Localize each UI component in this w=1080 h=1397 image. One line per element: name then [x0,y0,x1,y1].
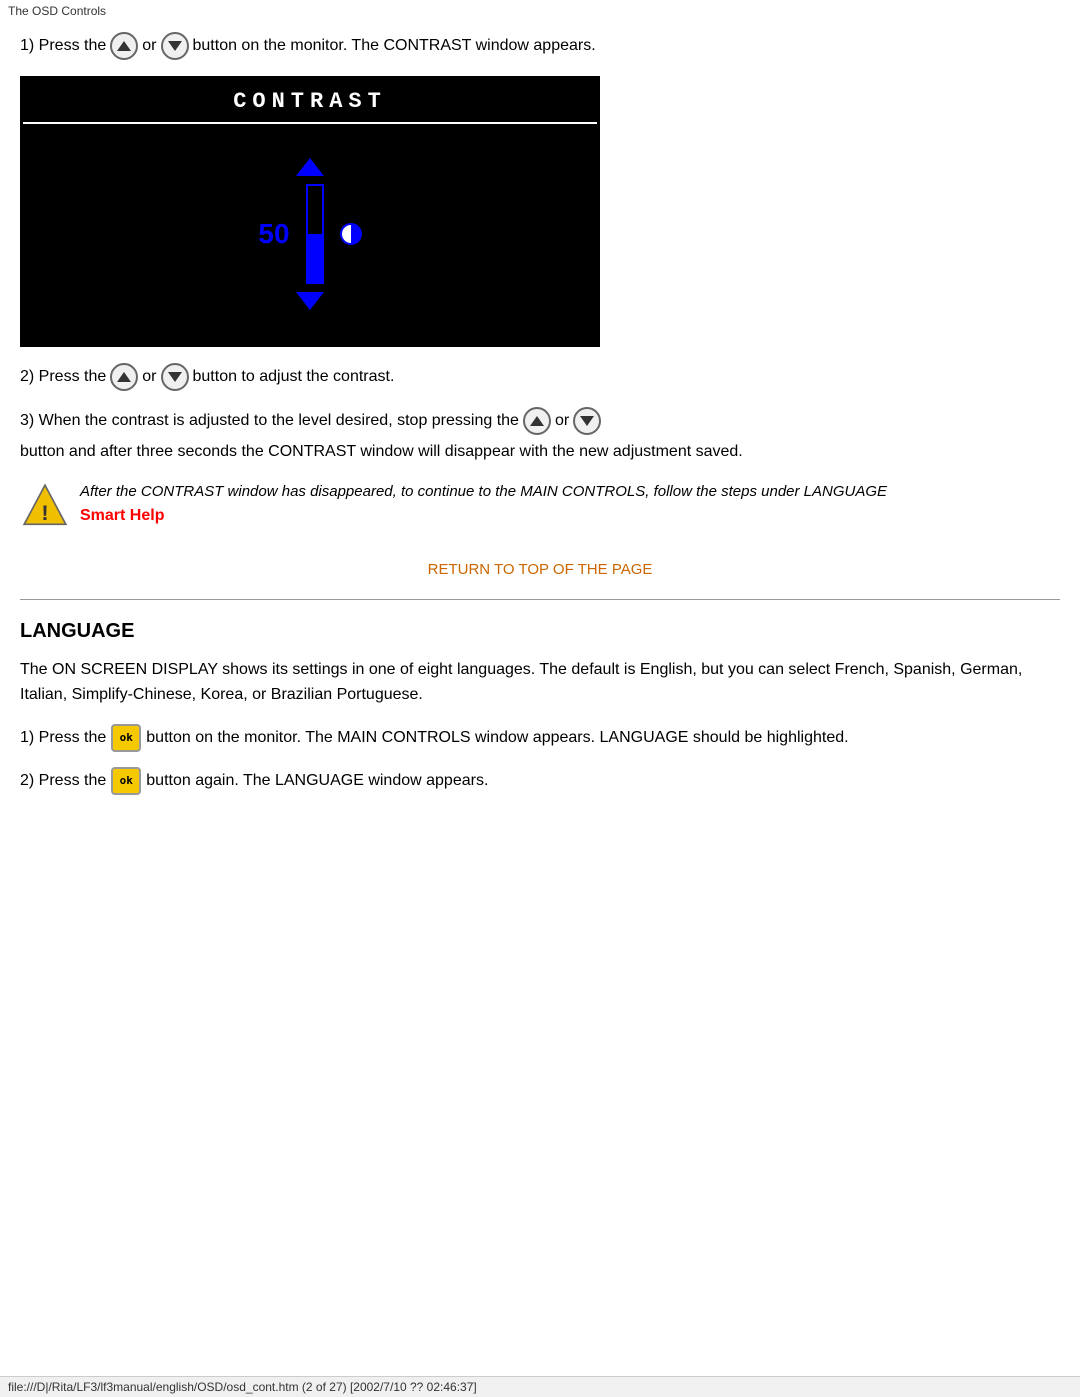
ok-button-1[interactable]: ok [111,724,141,752]
language-step-2: 2) Press the ok button again. The LANGUA… [20,767,1060,796]
step-2-text: 2) Press the or button to adjust the con… [20,363,1060,391]
section-divider [20,599,1060,600]
contrast-window: CONTRAST 50 [20,76,600,347]
step-1-prefix: 1) Press the [20,33,106,59]
step-3-suffix: button and after three seconds the CONTR… [20,439,743,465]
step-2-or: or [142,364,156,390]
lang-step-2-suffix: button again. The LANGUAGE window appear… [146,767,488,796]
smart-help-label[interactable]: Smart Help [80,507,887,525]
contrast-middle-row: 50 [258,184,361,284]
contrast-body: 50 [23,124,597,344]
up-button-2[interactable] [110,363,138,391]
status-bar-text: file:///D|/Rita/LF3/lf3manual/english/OS… [8,1380,477,1394]
step-1-suffix: button on the monitor. The CONTRAST wind… [193,33,596,59]
language-section: LANGUAGE The ON SCREEN DISPLAY shows its… [20,620,1060,796]
contrast-down-arrow [296,292,324,310]
lang-step-2-prefix: 2) Press the [20,767,106,796]
language-intro: The ON SCREEN DISPLAY shows its settings… [20,657,1060,708]
contrast-slider [306,184,324,284]
warning-text-block: After the CONTRAST window has disappeare… [80,481,887,526]
slider-fill [308,234,322,282]
ok-button-2[interactable]: ok [111,767,141,795]
contrast-up-arrow [296,158,324,176]
warning-text: After the CONTRAST window has disappeare… [80,483,887,500]
step-2-suffix: button to adjust the contrast. [193,364,395,390]
slider-track [306,184,324,284]
down-button-3[interactable] [573,407,601,435]
lang-step-1-suffix: button on the monitor. The MAIN CONTROLS… [146,724,848,753]
main-content: 1) Press the or button on the monitor. T… [0,22,1080,819]
step-3-prefix: 3) When the contrast is adjusted to the … [20,408,519,434]
step-3-text: 3) When the contrast is adjusted to the … [20,407,1060,465]
step-3-or: or [555,408,569,434]
svg-text:!: ! [41,500,48,525]
contrast-value: 50 [258,218,289,250]
contrast-inner: 50 [258,158,361,310]
warning-box: ! After the CONTRAST window has disappea… [20,481,1060,531]
status-bar: file:///D|/Rita/LF3/lf3manual/english/OS… [0,1376,1080,1397]
language-title: LANGUAGE [20,620,1060,643]
warning-triangle-icon: ! [20,481,70,531]
contrast-half-circle-icon [340,223,362,245]
step-1-or: or [142,33,156,59]
title-bar: The OSD Controls [0,0,1080,22]
step-2-prefix: 2) Press the [20,364,106,390]
step-1-text: 1) Press the or button on the monitor. T… [20,32,1060,60]
title-bar-text: The OSD Controls [8,4,106,18]
return-link-container: RETURN TO TOP OF THE PAGE [20,561,1060,579]
step-2: 2) Press the or button to adjust the con… [20,363,1060,391]
up-button-3[interactable] [523,407,551,435]
step-3: 3) When the contrast is adjusted to the … [20,407,1060,465]
language-step-1: 1) Press the ok button on the monitor. T… [20,724,1060,753]
contrast-title: CONTRAST [23,79,597,124]
down-button-2[interactable] [161,363,189,391]
return-to-top-link[interactable]: RETURN TO TOP OF THE PAGE [428,561,653,578]
up-button-1[interactable] [110,32,138,60]
step-1: 1) Press the or button on the monitor. T… [20,32,1060,60]
lang-step-1-prefix: 1) Press the [20,724,106,753]
down-button-1[interactable] [161,32,189,60]
